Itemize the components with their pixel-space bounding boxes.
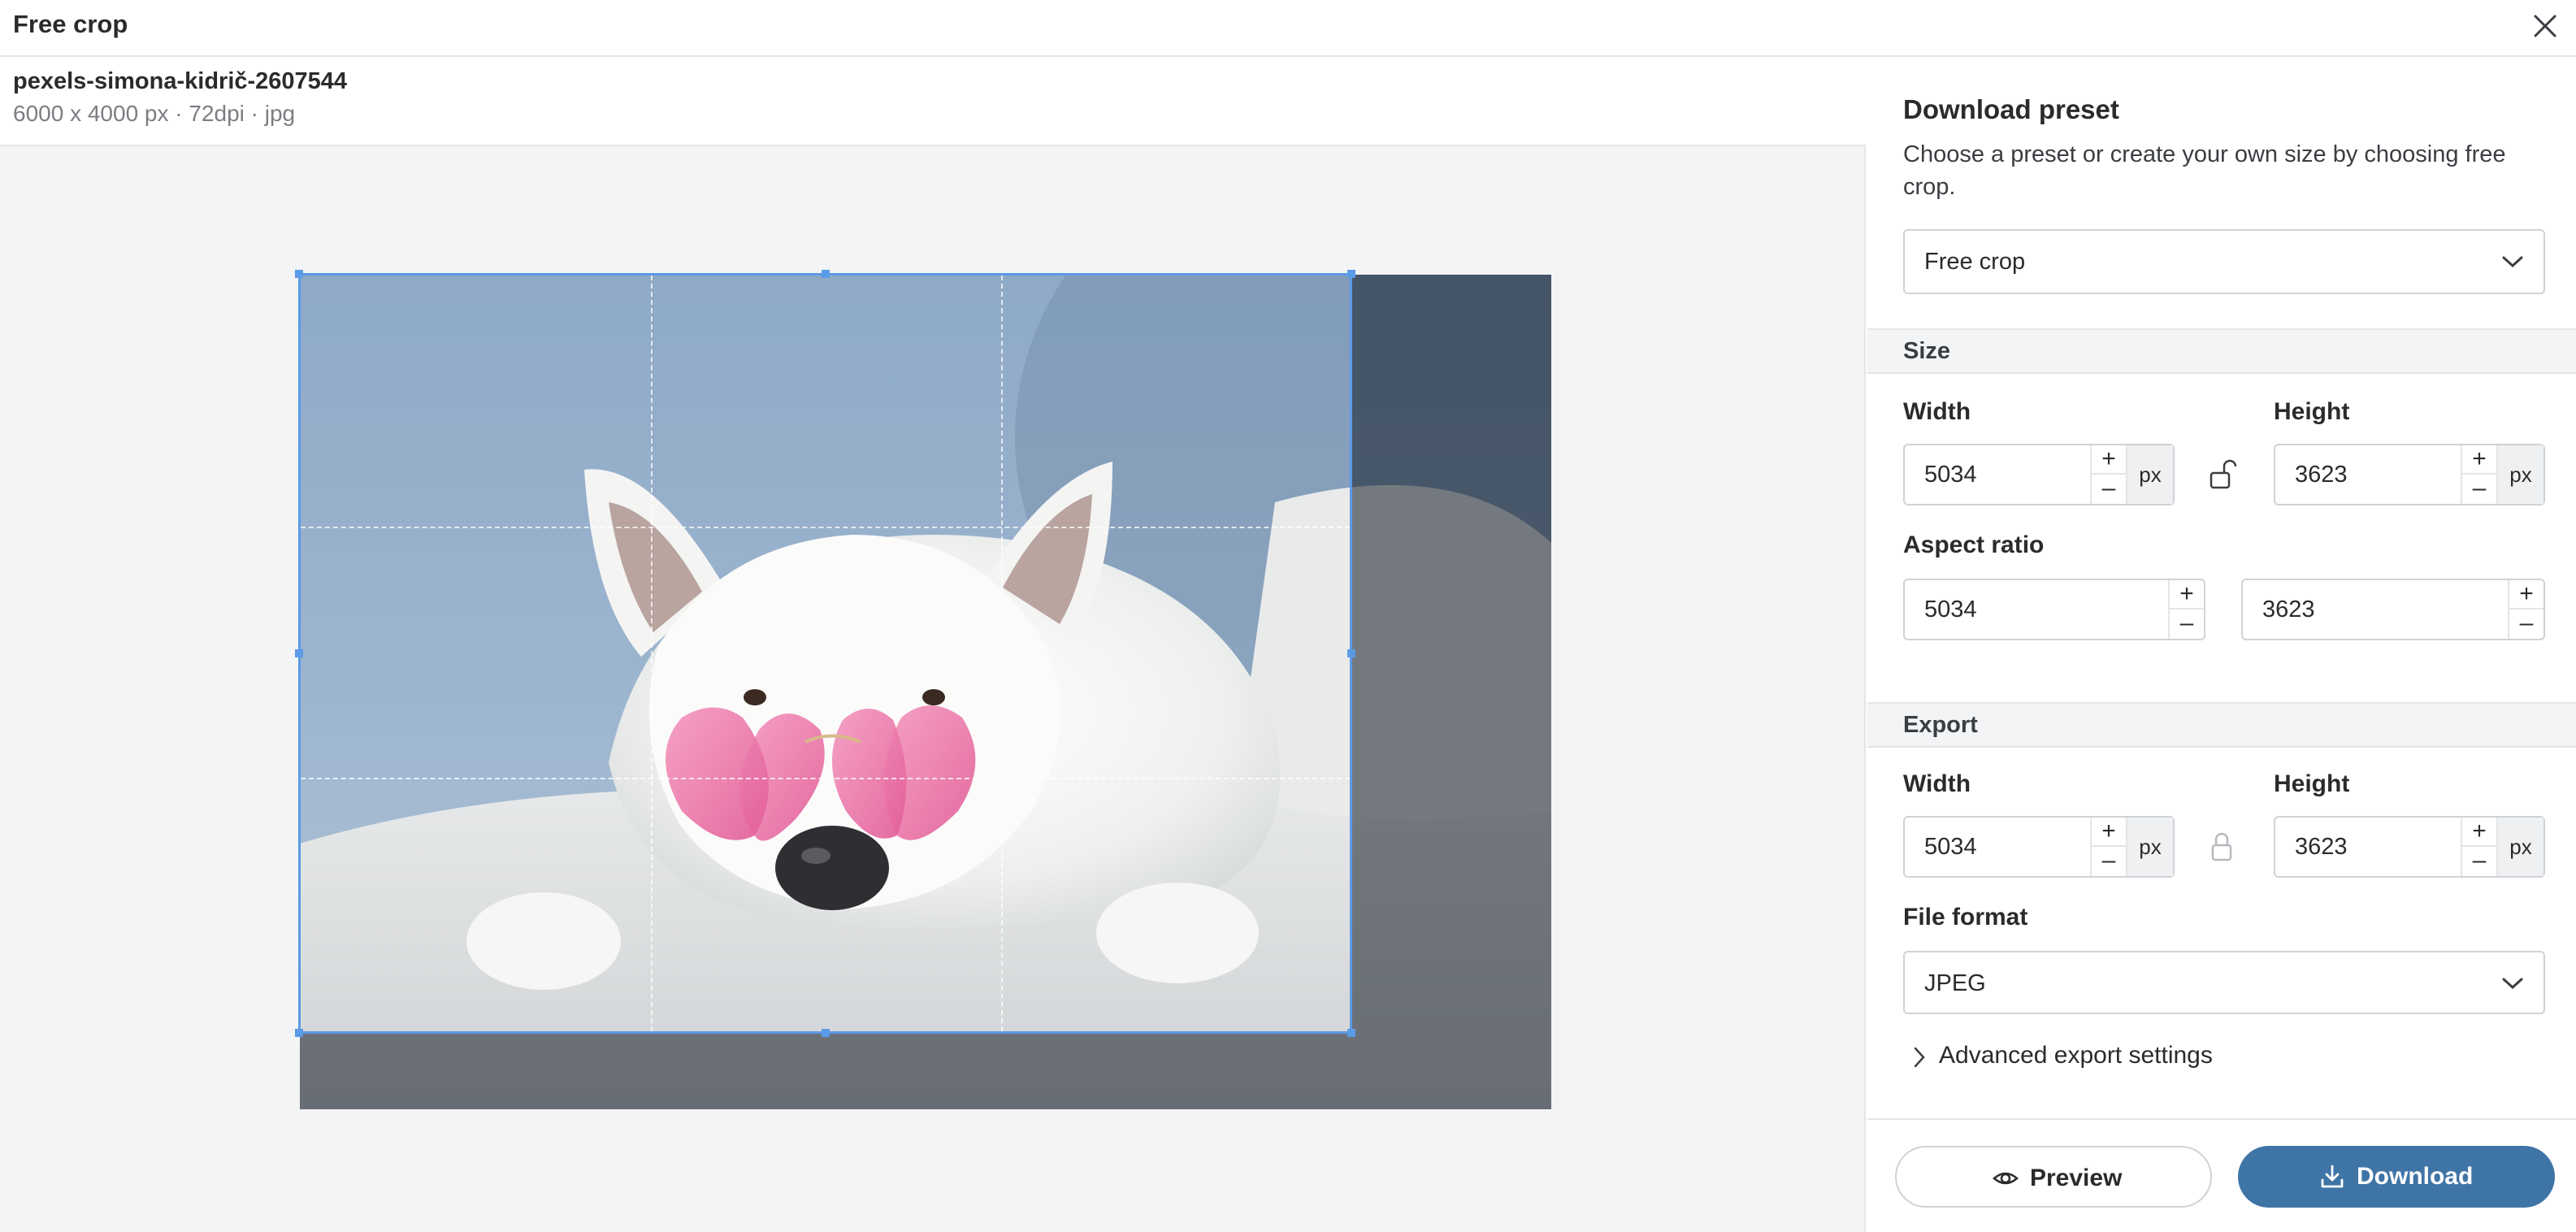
crop-handle-left[interactable]: [295, 649, 303, 657]
chevron-right-icon: [1914, 1047, 1925, 1068]
crop-grid-line: [301, 527, 1350, 528]
size-width-field[interactable]: 5034 + – px: [1903, 444, 2175, 505]
decrement-button[interactable]: –: [2092, 847, 2126, 876]
lock-icon[interactable]: [2207, 829, 2236, 865]
crop-grid-line: [301, 778, 1350, 779]
aspect-width-field[interactable]: 5034 + –: [1903, 579, 2205, 640]
crop-grid-line: [651, 275, 653, 1031]
size-width-label: Width: [1903, 398, 1971, 425]
increment-button[interactable]: +: [2170, 580, 2204, 609]
chevron-down-icon: [2502, 978, 2523, 990]
crop-grid-line: [1001, 275, 1003, 1031]
aspect-height-value: 3623: [2262, 596, 2315, 623]
size-section-header: Size: [1867, 328, 2576, 374]
increment-button[interactable]: +: [2509, 580, 2543, 609]
eye-icon: [1993, 1172, 2019, 1185]
download-icon: [2321, 1165, 2344, 1188]
settings-panel: Download preset Choose a preset or creat…: [1867, 57, 2576, 1232]
crop-workspace: pexels-simona-kidrič-2607544 6000 x 4000…: [0, 57, 1866, 1232]
aspect-width-stepper[interactable]: + –: [2168, 580, 2204, 639]
size-section-label: Size: [1903, 338, 1951, 364]
size-height-label: Height: [2274, 398, 2350, 425]
file-format-label: File format: [1903, 904, 2028, 931]
size-width-value: 5034: [1924, 462, 1977, 488]
aspect-ratio-label: Aspect ratio: [1903, 531, 2045, 558]
aspect-height-field[interactable]: 3623 + –: [2241, 579, 2545, 640]
aspect-height-stepper[interactable]: + –: [2508, 580, 2543, 639]
export-section-header: Export: [1867, 702, 2576, 748]
unlock-icon[interactable]: [2207, 457, 2236, 492]
decrement-button[interactable]: –: [2092, 475, 2126, 504]
aspect-width-value: 5034: [1924, 596, 1977, 623]
export-height-field[interactable]: 3623 + – px: [2274, 816, 2545, 878]
size-height-stepper[interactable]: + –: [2461, 445, 2496, 504]
file-format-value: JPEG: [1924, 970, 1986, 996]
panel-footer: Preview Download: [1867, 1118, 2576, 1232]
export-width-value: 5034: [1924, 834, 1977, 860]
file-info-bar: pexels-simona-kidrič-2607544 6000 x 4000…: [0, 57, 1866, 146]
preset-select-value: Free crop: [1924, 249, 2026, 275]
dialog-title: Free crop: [13, 10, 128, 38]
decrement-button[interactable]: –: [2462, 475, 2496, 504]
increment-button[interactable]: +: [2092, 818, 2126, 847]
crop-handle-top-left[interactable]: [295, 270, 303, 278]
unit-label: px: [2496, 445, 2543, 504]
export-width-field[interactable]: 5034 + – px: [1903, 816, 2175, 878]
preview-button-label: Preview: [2030, 1165, 2123, 1191]
export-width-label: Width: [1903, 770, 1971, 797]
close-icon[interactable]: [2527, 8, 2563, 44]
dialog-header: Free crop: [0, 0, 2576, 57]
chevron-down-icon: [2502, 256, 2523, 268]
decrement-button[interactable]: –: [2509, 609, 2543, 639]
file-format-select[interactable]: JPEG: [1903, 951, 2545, 1014]
export-height-stepper[interactable]: + –: [2461, 818, 2496, 876]
export-height-value: 3623: [2295, 834, 2348, 860]
crop-handle-bottom-left[interactable]: [295, 1029, 303, 1037]
size-width-stepper[interactable]: + –: [2090, 445, 2126, 504]
export-height-label: Height: [2274, 770, 2350, 797]
preset-select[interactable]: Free crop: [1903, 229, 2545, 294]
increment-button[interactable]: +: [2462, 445, 2496, 475]
increment-button[interactable]: +: [2092, 445, 2126, 475]
unit-label: px: [2496, 818, 2543, 876]
export-section-label: Export: [1903, 712, 1978, 738]
advanced-export-settings-label: Advanced export settings: [1939, 1042, 2213, 1069]
size-height-value: 3623: [2295, 462, 2348, 488]
crop-handle-top[interactable]: [822, 270, 830, 278]
preview-button[interactable]: Preview: [1895, 1146, 2212, 1208]
crop-outside-shade-bottom: [300, 1032, 1351, 1109]
increment-button[interactable]: +: [2462, 818, 2496, 847]
crop-handle-bottom[interactable]: [822, 1029, 830, 1037]
crop-canvas: [0, 146, 1866, 1232]
download-button[interactable]: Download: [2238, 1146, 2555, 1208]
decrement-button[interactable]: –: [2170, 609, 2204, 639]
download-button-label: Download: [2357, 1163, 2474, 1190]
preset-heading: Download preset: [1903, 94, 2119, 124]
crop-handle-top-right[interactable]: [1347, 270, 1355, 278]
crop-selection[interactable]: [295, 270, 1355, 1037]
crop-outside-shade-right: [1351, 275, 1551, 1109]
decrement-button[interactable]: –: [2462, 847, 2496, 876]
size-height-field[interactable]: 3623 + – px: [2274, 444, 2545, 505]
crop-handle-right[interactable]: [1347, 649, 1355, 657]
file-name: pexels-simona-kidrič-2607544: [13, 68, 348, 94]
file-meta: 6000 x 4000 px · 72dpi · jpg: [13, 101, 296, 126]
export-width-stepper[interactable]: + –: [2090, 818, 2126, 876]
unit-label: px: [2126, 818, 2173, 876]
preset-description: Choose a preset or create your own size …: [1903, 141, 2506, 200]
unit-label: px: [2126, 445, 2173, 504]
crop-handle-bottom-right[interactable]: [1347, 1029, 1355, 1037]
